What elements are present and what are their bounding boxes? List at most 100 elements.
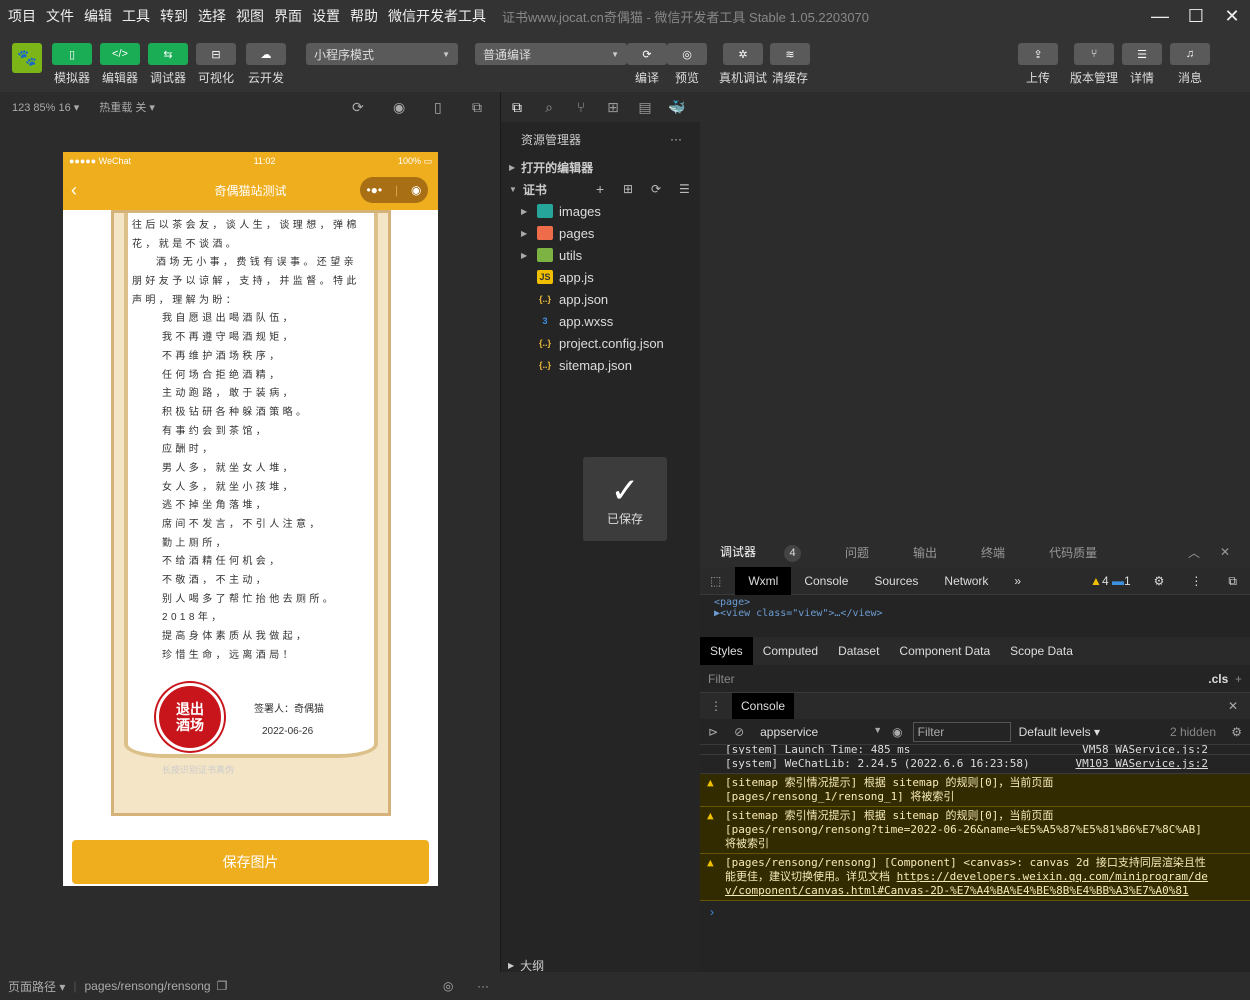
branch-icon[interactable]: ⑂ bbox=[1074, 43, 1114, 65]
refresh-sim-icon[interactable]: ⟳ bbox=[352, 99, 364, 116]
detach-icon[interactable]: ⧉ bbox=[472, 99, 482, 116]
cls-button[interactable]: .cls bbox=[1208, 672, 1228, 686]
console-filter-input[interactable]: Filter bbox=[912, 721, 1011, 742]
open-editors-section[interactable]: ▶ 打开的编辑器 bbox=[501, 156, 700, 178]
toolbar-eye-button[interactable]: ◎ 预览 bbox=[667, 43, 707, 86]
eye-icon[interactable]: ◎ bbox=[667, 43, 707, 65]
collapse-all-icon[interactable]: ☰ bbox=[679, 182, 690, 196]
bug-icon[interactable]: ✲ bbox=[723, 43, 763, 65]
style-tab[interactable]: Dataset bbox=[828, 637, 889, 665]
console-prompt[interactable]: › bbox=[700, 901, 1250, 923]
extensions-icon[interactable]: ⊞ bbox=[597, 99, 629, 116]
issue-counts[interactable]: ▲4 ▬1 bbox=[1090, 574, 1141, 588]
copy-path-icon[interactable]: ❐ bbox=[217, 979, 228, 993]
toolbar-phone-button[interactable]: ▯ 模拟器 bbox=[52, 43, 92, 86]
style-tab[interactable]: Scope Data bbox=[1000, 637, 1083, 665]
file-tree-item[interactable]: ▶ pages bbox=[501, 222, 700, 244]
file-tree-item[interactable]: JS app.js bbox=[501, 266, 700, 288]
file-tree-item[interactable]: {..} sitemap.json bbox=[501, 354, 700, 376]
debugger-tab[interactable]: 终端 bbox=[981, 544, 1027, 561]
compile-select[interactable]: 普通编译 ▼ bbox=[475, 43, 627, 65]
more-icon[interactable]: •●• bbox=[366, 183, 382, 197]
sliders-icon[interactable]: ⇆ bbox=[148, 43, 188, 65]
hot-reload-toggle[interactable]: 热重载 关 ▾ bbox=[99, 99, 155, 115]
toolbar-menu-button[interactable]: ☰ 详情 bbox=[1122, 43, 1162, 86]
phone-rotate-icon[interactable]: ▯ bbox=[434, 99, 442, 116]
toolbar-refresh-button[interactable]: ⟳ 编译 bbox=[627, 43, 667, 86]
file-tree-item[interactable]: 3 app.wxss bbox=[501, 310, 700, 332]
debugger-tab[interactable]: 问题 bbox=[845, 544, 891, 561]
drawer-menu-icon[interactable]: ⋮ bbox=[700, 699, 732, 713]
back-icon[interactable]: ‹ bbox=[71, 180, 77, 201]
toolbar-layers-button[interactable]: ≋ 清缓存 bbox=[770, 43, 810, 86]
debugger-tab[interactable]: 输出 bbox=[913, 544, 959, 561]
style-tab[interactable]: Computed bbox=[753, 637, 828, 665]
styles-filter-input[interactable]: Filter bbox=[708, 672, 735, 686]
menu-item[interactable]: 转到 bbox=[160, 6, 188, 26]
devtools-menu-icon[interactable]: ⋮ bbox=[1177, 567, 1215, 595]
devtools-tab-console[interactable]: Console bbox=[791, 567, 861, 595]
close-drawer-icon[interactable]: ✕ bbox=[1228, 699, 1238, 713]
menu-item[interactable]: 帮助 bbox=[350, 6, 378, 26]
inspect-icon[interactable]: ⬚ bbox=[700, 574, 735, 588]
menu-item[interactable]: 视图 bbox=[236, 6, 264, 26]
menu-item[interactable]: 选择 bbox=[198, 6, 226, 26]
log-source-link[interactable]: VM58 WAService.js:2 bbox=[1082, 745, 1208, 754]
style-tab[interactable]: Styles bbox=[700, 637, 753, 665]
menu-item[interactable]: 工具 bbox=[122, 6, 150, 26]
context-select[interactable]: appservice ▼ bbox=[752, 725, 882, 739]
sidebar-toggle-icon[interactable]: ⊳ bbox=[700, 725, 726, 739]
menu-item[interactable]: 编辑 bbox=[84, 6, 112, 26]
preview-eye-icon[interactable]: ◎ bbox=[443, 979, 453, 993]
more-actions-icon[interactable]: ··· bbox=[670, 132, 682, 146]
menu-icon[interactable]: ☰ bbox=[1122, 43, 1162, 65]
explorer-icon[interactable]: ⧉ bbox=[501, 99, 533, 116]
minimize-button[interactable]: — bbox=[1142, 0, 1178, 32]
file-tree-item[interactable]: ▶ images bbox=[501, 200, 700, 222]
toolbar-cloud-button[interactable]: ☁ 云开发 bbox=[246, 43, 286, 86]
new-file-icon[interactable]: + bbox=[596, 181, 604, 197]
collapse-panel-icon[interactable]: ︿ bbox=[1188, 544, 1200, 561]
toolbar-upload-button[interactable]: ⇪ 上传 bbox=[1018, 43, 1058, 86]
devtools-settings-icon[interactable]: ⚙ bbox=[1141, 567, 1178, 595]
log-source-link[interactable]: VM103 WAService.js:2 bbox=[1076, 757, 1208, 771]
storage-icon[interactable]: ▤ bbox=[629, 99, 661, 116]
stop-icon[interactable]: ◉ bbox=[393, 99, 405, 116]
dock-icon[interactable]: ⧉ bbox=[1215, 567, 1250, 595]
docker-icon[interactable]: 🐳 bbox=[661, 99, 693, 116]
toolbar-branch-button[interactable]: ⑂ 版本管理 bbox=[1070, 43, 1118, 86]
debugger-tab[interactable]: 代码质量 bbox=[1049, 544, 1119, 561]
toolbar-bug-button[interactable]: ✲ 真机调试 bbox=[719, 43, 767, 86]
layout-icon[interactable]: ⊟ bbox=[196, 43, 236, 65]
code-icon[interactable]: </> bbox=[100, 43, 140, 65]
add-style-icon[interactable]: + bbox=[1235, 672, 1242, 686]
live-expression-icon[interactable]: ◉ bbox=[882, 725, 912, 739]
menu-item[interactable]: 文件 bbox=[46, 6, 74, 26]
debugger-tab[interactable]: 调试器 4 bbox=[720, 543, 823, 562]
console-settings-icon[interactable]: ⚙ bbox=[1231, 725, 1242, 739]
more-tabs-icon[interactable]: » bbox=[1001, 567, 1034, 595]
search-icon[interactable]: ⌕ bbox=[533, 99, 565, 116]
maximize-button[interactable]: ☐ bbox=[1178, 0, 1214, 32]
devtools-tab-network[interactable]: Network bbox=[931, 567, 1001, 595]
certificate-image[interactable]: 往后以茶会友，谈人生，谈理想，弹棉 花，就是不谈酒。 酒场无小事，费钱有误事。还望亲… bbox=[111, 210, 391, 816]
mode-select[interactable]: 小程序模式 ▼ bbox=[306, 43, 458, 65]
menu-item[interactable]: 界面 bbox=[274, 6, 302, 26]
console-drawer-tab[interactable]: Console bbox=[732, 693, 795, 719]
source-control-icon[interactable]: ⑂ bbox=[565, 99, 597, 115]
file-tree-item[interactable]: {..} project.config.json bbox=[501, 332, 700, 354]
toolbar-code-button[interactable]: </> 编辑器 bbox=[100, 43, 140, 86]
project-section[interactable]: ▼ 证书 + ⊞ ⟳ ☰ bbox=[501, 178, 700, 200]
style-tab[interactable]: Component Data bbox=[889, 637, 1000, 665]
toolbar-sliders-button[interactable]: ⇆ 调试器 bbox=[148, 43, 188, 86]
devtools-tab-wxml[interactable]: Wxml bbox=[735, 566, 792, 595]
file-tree-item[interactable]: {..} app.json bbox=[501, 288, 700, 310]
close-window-button[interactable]: ✕ bbox=[1214, 0, 1250, 32]
bell-icon[interactable]: ♫ bbox=[1170, 43, 1210, 65]
menu-item[interactable]: 项目 bbox=[8, 6, 36, 26]
clear-console-icon[interactable]: ⊘ bbox=[726, 725, 752, 739]
refresh-icon[interactable]: ⟳ bbox=[627, 43, 667, 65]
cloud-icon[interactable]: ☁ bbox=[246, 43, 286, 65]
more-icon[interactable]: ··· bbox=[477, 979, 489, 993]
close-mp-icon[interactable]: ◉ bbox=[411, 183, 421, 197]
